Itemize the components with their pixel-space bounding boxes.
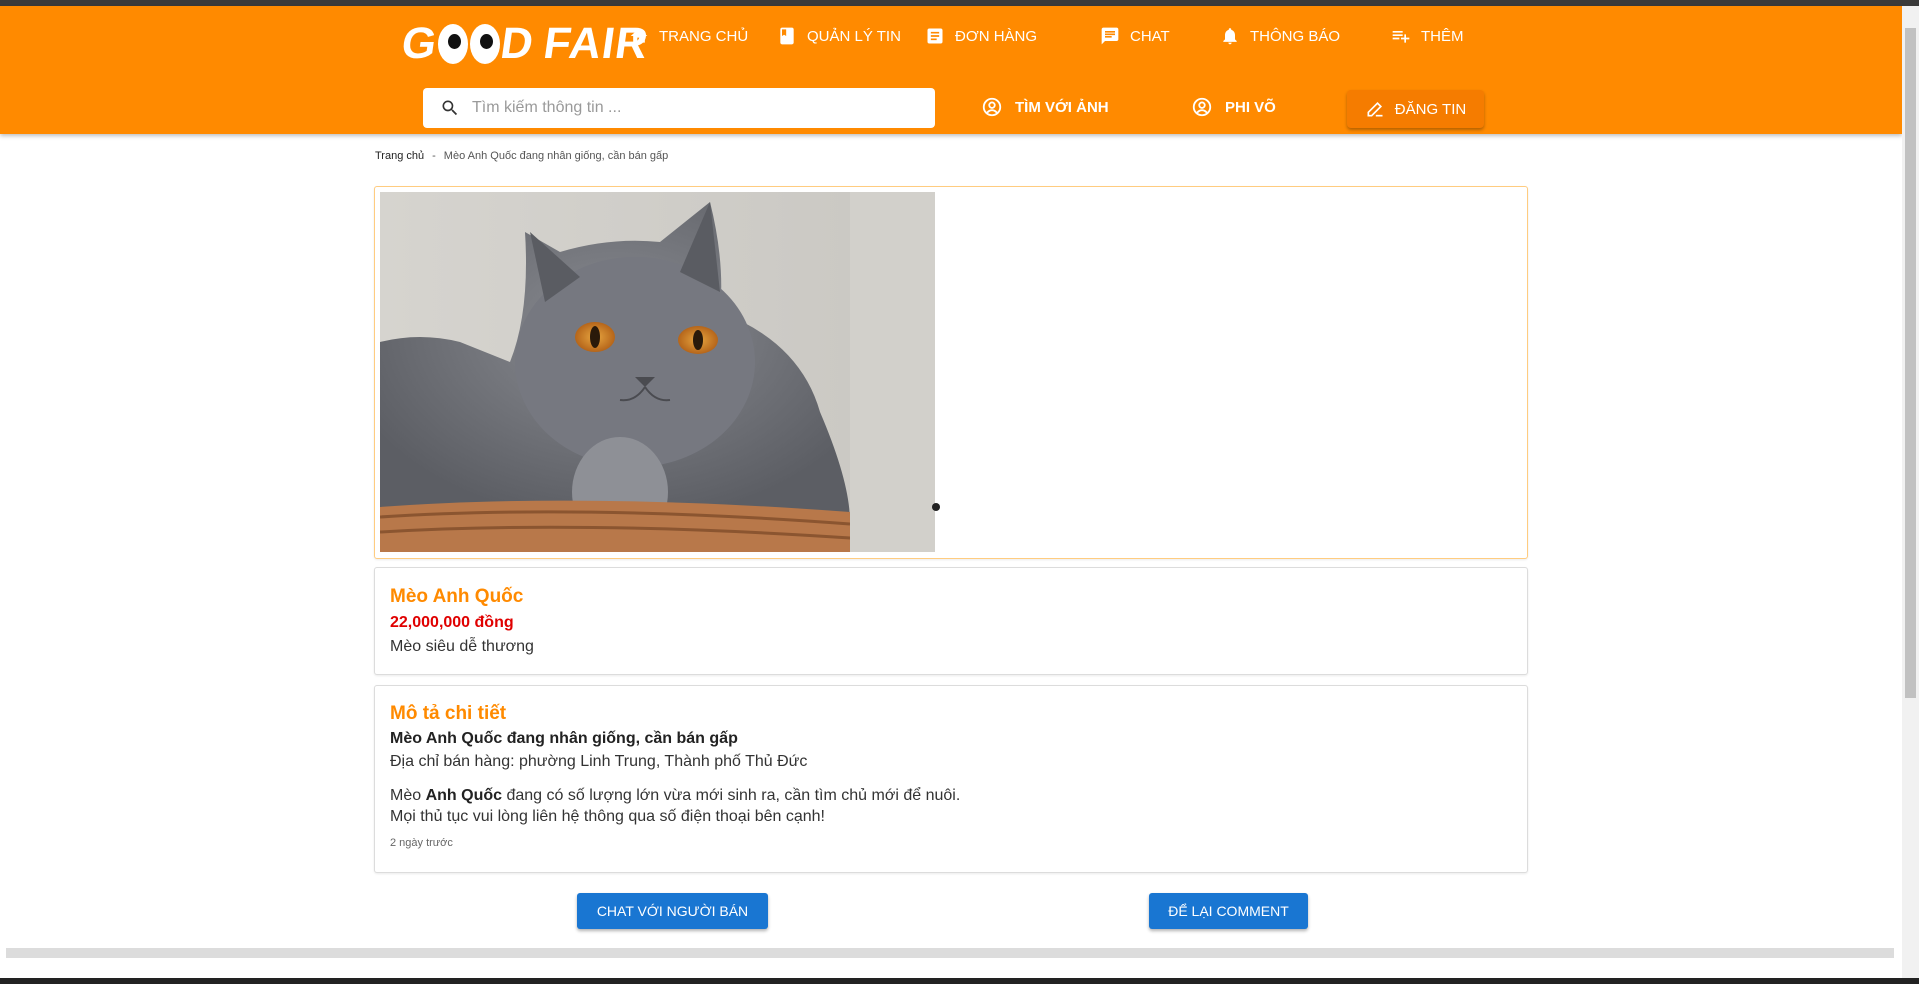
search-icon (442, 100, 458, 116)
cat-photo-illustration (380, 192, 935, 552)
chat-icon (1101, 27, 1119, 45)
logo-eye-icon (438, 24, 469, 64)
account-circle-icon (1192, 97, 1212, 117)
search-input[interactable] (472, 99, 912, 117)
chat-with-seller-button[interactable]: CHAT VỚI NGƯỜI BÁN (577, 893, 768, 929)
nav-home-label: TRANG CHỦ (659, 27, 749, 45)
post-listing-label: ĐĂNG TIN (1394, 100, 1467, 118)
listing-photo[interactable] (380, 192, 935, 552)
leave-comment-button[interactable]: ĐỂ LẠI COMMENT (1149, 893, 1308, 929)
breadcrumb-current: Mèo Anh Quốc đang nhân giống, cần bán gấ… (443, 150, 669, 162)
listing-details-card: Mô tả chi tiết Mèo Anh Quốc đang nhân gi… (374, 685, 1528, 873)
breadcrumb: Trang chủ - Mèo Anh Quốc đang nhân giống… (375, 150, 668, 162)
account-circle-icon (982, 97, 1002, 117)
vertical-scrollbar-thumb[interactable] (1905, 28, 1916, 698)
search-box (423, 88, 935, 128)
document-icon (927, 28, 943, 44)
breadcrumb-home[interactable]: Trang chủ (375, 150, 424, 162)
seller-address: Địa chỉ bán hàng: phường Linh Trung, Thà… (390, 753, 808, 770)
user-account-button[interactable]: PHI VÕ (1191, 96, 1276, 118)
playlist-add-icon (1392, 31, 1410, 43)
nav-home[interactable]: TRANG CHỦ (629, 26, 748, 46)
site-header: G D FAIR TRANG CHỦ QUẢN LÝ TIN ĐƠN HÀNG … (0, 6, 1902, 134)
details-title: Mô tả chi tiết (390, 703, 507, 724)
nav-chat-label: CHAT (1130, 27, 1170, 45)
breadcrumb-separator: - (432, 150, 436, 162)
nav-manage-label: QUẢN LÝ TIN (807, 27, 901, 45)
logo-eye-icon (470, 24, 501, 64)
listing-short-description: Mèo siêu dễ thương (390, 638, 534, 655)
details-headline: Mèo Anh Quốc đang nhân giống, cần bán gấ… (390, 730, 738, 747)
carousel-indicator[interactable] (932, 503, 940, 511)
image-search-button[interactable]: TÌM VỚI ẢNH (981, 96, 1109, 118)
listing-price: 22,000,000 đồng (390, 614, 514, 631)
listing-title: Mèo Anh Quốc (390, 586, 524, 607)
listing-summary-card: Mèo Anh Quốc 22,000,000 đồng Mèo siêu dễ… (374, 567, 1528, 675)
window-bottom-bar (0, 978, 1919, 984)
nav-chat[interactable]: CHAT (1100, 26, 1170, 46)
image-search-label: TÌM VỚI ẢNH (1015, 98, 1109, 116)
posted-time: 2 ngày trước (390, 837, 453, 849)
image-gallery-card (374, 186, 1528, 559)
details-body: Mèo Anh Quốc đang có số lượng lớn vừa mớ… (390, 785, 1512, 827)
details-body-line2: Mọi thủ tục vui lòng liên hệ thông qua s… (390, 808, 825, 825)
post-listing-button[interactable]: ĐĂNG TIN (1347, 90, 1484, 128)
horizontal-scrollbar[interactable] (6, 948, 1894, 958)
nav-more[interactable]: THÊM (1391, 26, 1464, 46)
bell-icon (1223, 28, 1237, 45)
user-name: PHI VÕ (1225, 98, 1276, 116)
details-body-line1: Mèo Anh Quốc đang có số lượng lớn vừa mớ… (390, 787, 961, 804)
nav-orders-label: ĐƠN HÀNG (955, 27, 1038, 45)
nav-notifications-label: THÔNG BÁO (1250, 27, 1341, 45)
book-icon (780, 27, 794, 45)
nav-orders[interactable]: ĐƠN HÀNG (925, 26, 1037, 46)
edit-icon (1367, 101, 1383, 117)
nav-manage-posts[interactable]: QUẢN LÝ TIN (777, 26, 901, 46)
nav-notifications[interactable]: THÔNG BÁO (1220, 26, 1340, 46)
goodfair-logo[interactable]: G D FAIR (399, 19, 652, 68)
nav-more-label: THÊM (1421, 27, 1464, 45)
home-icon (630, 28, 648, 43)
